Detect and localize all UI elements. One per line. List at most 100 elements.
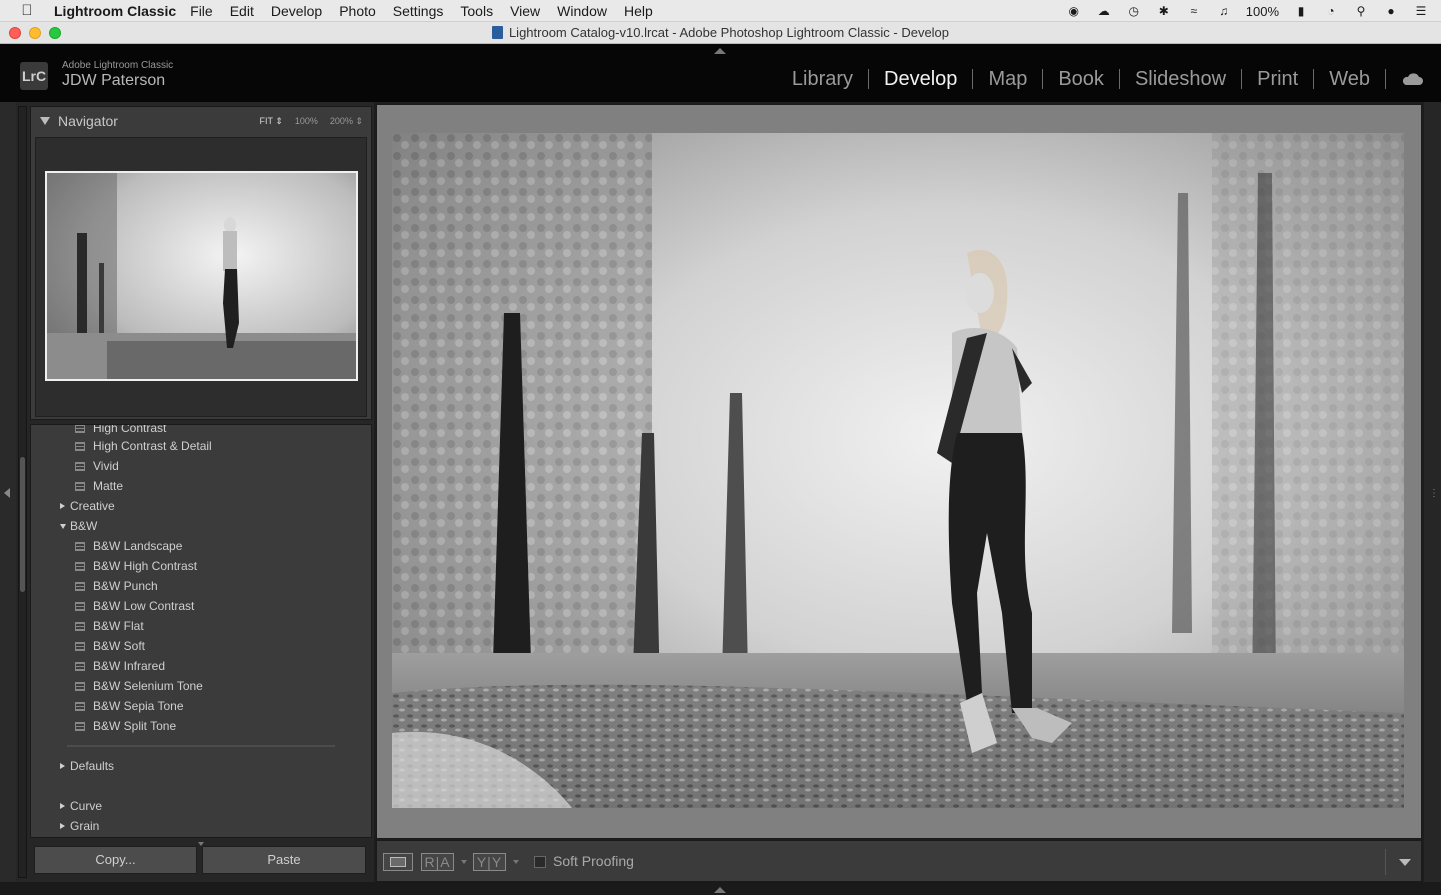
left-panel-scroll-thumb[interactable] [20, 457, 25, 592]
preset-item[interactable]: B&W Sepia Tone [31, 696, 371, 716]
menu-view[interactable]: View [510, 3, 540, 19]
collapse-triangle-icon[interactable] [60, 524, 66, 529]
cloud-sync-status-icon[interactable] [1385, 69, 1423, 89]
cloud-sync-icon[interactable]: ☁ [1096, 4, 1112, 18]
preset-icon [75, 682, 85, 691]
close-window-button[interactable] [9, 27, 21, 39]
preset-item[interactable]: B&W Split Tone [31, 716, 371, 736]
preset-item[interactable]: High Contrast & Detail [31, 436, 371, 456]
preset-group-curve[interactable]: Curve [31, 796, 371, 816]
menu-settings[interactable]: Settings [393, 3, 444, 19]
yy-dropdown-icon[interactable] [513, 860, 519, 864]
maximize-window-button[interactable] [49, 27, 61, 39]
navigator-title: Navigator [58, 113, 118, 129]
location-icon[interactable]: ◉ [1066, 4, 1082, 18]
expand-triangle-icon[interactable] [60, 803, 65, 809]
time-machine-icon[interactable]: ◷ [1126, 4, 1142, 18]
disclosure-triangle-icon[interactable] [40, 117, 50, 125]
menu-develop[interactable]: Develop [271, 3, 322, 19]
system-menu-bar:  Lightroom Classic File Edit Develop Ph… [0, 0, 1441, 22]
before-after-dropdown-icon[interactable] [461, 860, 467, 864]
loupe-view-icon [390, 857, 406, 867]
module-develop[interactable]: Develop [868, 69, 972, 89]
identity-plate-product: Adobe Lightroom Classic [62, 60, 174, 71]
left-panel-edge[interactable] [0, 102, 16, 882]
preset-item[interactable]: Matte [31, 476, 371, 496]
before-after-top-bottom-button[interactable]: Y|Y [473, 853, 506, 871]
apple-icon[interactable]:  [0, 2, 54, 19]
loupe-view-button[interactable] [383, 853, 413, 871]
collapse-left-panel-arrow-icon[interactable] [4, 488, 10, 498]
preset-group-bw[interactable]: B&W [31, 516, 371, 536]
module-library[interactable]: Library [777, 69, 868, 89]
menu-file[interactable]: File [190, 3, 213, 19]
preset-icon [75, 462, 85, 471]
app-menu-name[interactable]: Lightroom Classic [54, 3, 176, 19]
preset-item[interactable]: B&W High Contrast [31, 556, 371, 576]
expand-triangle-icon[interactable] [60, 823, 65, 829]
copy-settings-button[interactable]: Copy... [34, 846, 197, 874]
preset-item[interactable]: B&W Landscape [31, 536, 371, 556]
soft-proofing-label: Soft Proofing [553, 853, 634, 869]
wifi-icon[interactable]: ≈ [1186, 4, 1202, 18]
battery-icon[interactable]: ▮ [1293, 4, 1309, 18]
zoom-200[interactable]: 200% ⇕ [330, 116, 363, 127]
preset-icon [75, 642, 85, 651]
main-photo[interactable] [392, 133, 1404, 808]
preset-item[interactable]: Vivid [31, 456, 371, 476]
preset-item[interactable]: B&W Infrared [31, 656, 371, 676]
module-web[interactable]: Web [1313, 69, 1385, 89]
navigator-preview-area[interactable] [35, 137, 367, 417]
module-print[interactable]: Print [1241, 69, 1313, 89]
collapse-top-panel-arrow-icon[interactable] [714, 48, 726, 54]
bottom-filmstrip-edge[interactable] [0, 882, 1441, 895]
control-center-icon[interactable]: ☰ [1413, 4, 1429, 18]
menu-help[interactable]: Help [624, 3, 653, 19]
preset-icon [75, 425, 85, 433]
preset-group-grain[interactable]: Grain [31, 816, 371, 836]
module-map[interactable]: Map [972, 69, 1042, 89]
preset-item[interactable]: B&W Soft [31, 636, 371, 656]
paste-settings-button[interactable]: Paste [202, 846, 366, 874]
preset-group-defaults[interactable]: Defaults [31, 756, 371, 776]
show-filmstrip-arrow-icon[interactable] [714, 887, 726, 893]
minimize-window-button[interactable] [29, 27, 41, 39]
zoom-fit[interactable]: FIT ⇕ [260, 116, 283, 127]
preset-item[interactable]: B&W Selenium Tone [31, 676, 371, 696]
expand-right-panel-icon[interactable]: ⋮ [1429, 488, 1439, 499]
preset-item[interactable]: B&W Punch [31, 576, 371, 596]
expand-triangle-icon[interactable] [60, 503, 65, 509]
left-panel-scrollbar[interactable] [18, 106, 27, 878]
navigator-thumbnail[interactable] [45, 171, 358, 381]
toolbar-content-menu-icon[interactable] [1399, 859, 1411, 866]
menu-edit[interactable]: Edit [230, 3, 254, 19]
status-area: ◉ ☁ ◷ ✱ ≈ ♫ 100% ▮ ◔ ⚲ ● ☰ [1066, 0, 1429, 22]
right-panel-edge[interactable]: ⋮ [1424, 102, 1441, 882]
volume-icon[interactable]: ♫ [1216, 4, 1232, 18]
preset-item[interactable]: B&W Low Contrast [31, 596, 371, 616]
menu-photo[interactable]: Photo [339, 3, 376, 19]
navigator-header[interactable]: Navigator FIT ⇕ 100% 200% ⇕ [31, 107, 371, 135]
presets-panel: High Contrast High Contrast & Detail Viv… [30, 424, 372, 838]
preset-icon [75, 542, 85, 551]
preset-icon [75, 442, 85, 451]
window-title: Lightroom Catalog-v10.lrcat - Adobe Phot… [508, 25, 950, 40]
expand-triangle-icon[interactable] [60, 763, 65, 769]
zoom-100[interactable]: 100% [295, 116, 318, 127]
preset-icon [75, 702, 85, 711]
clock-icon[interactable]: ◔ [1323, 4, 1339, 18]
module-book[interactable]: Book [1042, 69, 1119, 89]
siri-icon[interactable]: ● [1383, 4, 1399, 18]
menu-tools[interactable]: Tools [460, 3, 493, 19]
before-after-left-right-button[interactable]: R|A [421, 853, 454, 871]
bluetooth-icon[interactable]: ✱ [1156, 4, 1172, 18]
preset-group-creative[interactable]: Creative [31, 496, 371, 516]
spotlight-search-icon[interactable]: ⚲ [1353, 4, 1369, 18]
menu-window[interactable]: Window [557, 3, 607, 19]
preset-icon [75, 482, 85, 491]
preset-item[interactable]: B&W Flat [31, 616, 371, 636]
soft-proofing-checkbox[interactable] [534, 856, 546, 868]
module-slideshow[interactable]: Slideshow [1118, 69, 1241, 89]
battery-percent: 100% [1245, 3, 1279, 19]
develop-toolbar: R|A Y|Y Soft Proofing [376, 840, 1422, 882]
